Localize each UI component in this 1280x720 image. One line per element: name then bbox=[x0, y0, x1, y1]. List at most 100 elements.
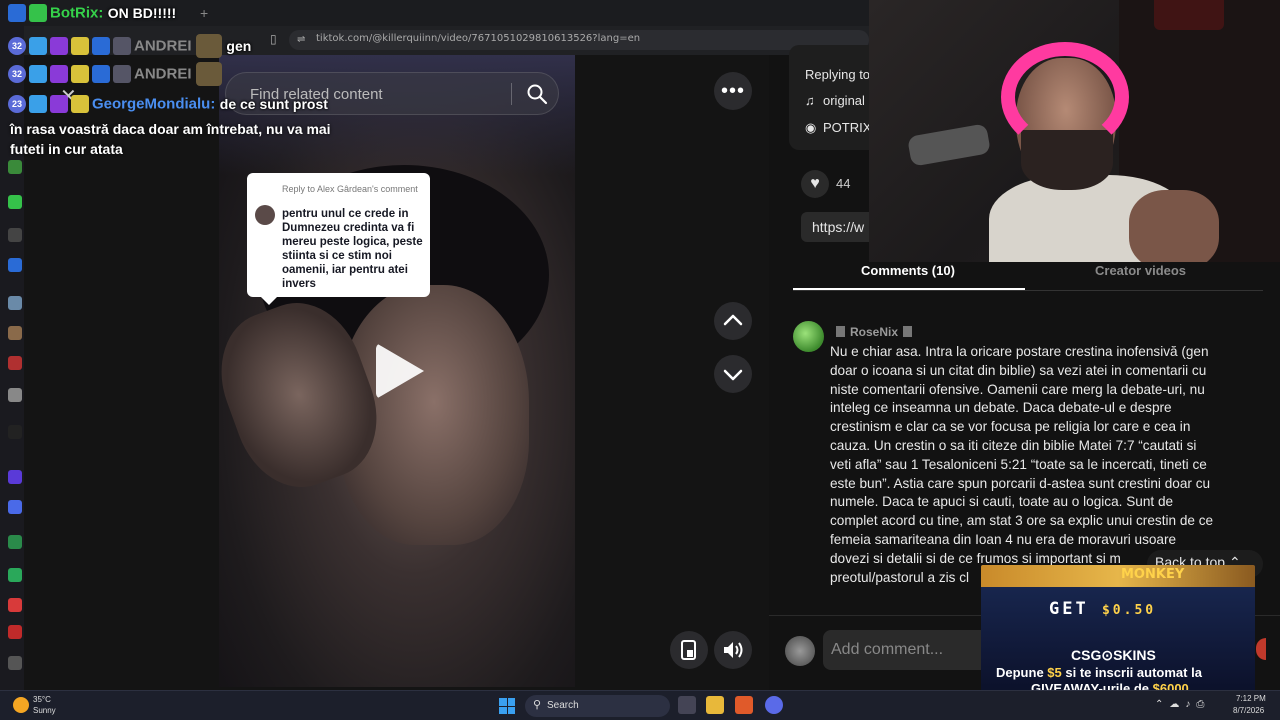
chevron-down-icon bbox=[723, 369, 743, 381]
play-icon[interactable] bbox=[376, 343, 424, 399]
badge-icon bbox=[836, 326, 845, 337]
app-icon[interactable] bbox=[8, 326, 22, 340]
active-tab-indicator bbox=[793, 288, 1025, 290]
crown-badge-icon bbox=[71, 65, 89, 83]
webcam-sign bbox=[1154, 0, 1224, 30]
heart-icon[interactable]: ♥ bbox=[801, 170, 829, 198]
app-icon[interactable] bbox=[8, 535, 22, 549]
system-tray-icons[interactable]: ⌃☁♪⎙ bbox=[1155, 699, 1210, 710]
badge-icon bbox=[29, 65, 47, 83]
moderator-badge-icon bbox=[8, 4, 26, 22]
badge-icon bbox=[903, 326, 913, 337]
app-icon[interactable] bbox=[8, 228, 22, 242]
weather-condition: Sunny bbox=[33, 706, 56, 715]
comment-username[interactable]: RoseNix bbox=[831, 325, 917, 339]
gift-badge-icon bbox=[50, 37, 68, 55]
chat-message: BotRix: ON BD!!!!! bbox=[8, 4, 176, 28]
ad-amount: $0.50 bbox=[1101, 603, 1157, 618]
like-count: 44 bbox=[836, 176, 851, 191]
account-link[interactable]: POTRIX bbox=[823, 120, 871, 135]
clock-date: 8/7/2026 bbox=[1233, 706, 1265, 715]
sun-icon[interactable] bbox=[13, 697, 29, 713]
chat-message: 23 GeorgeMondialu: de ce sunt prost bbox=[8, 95, 328, 119]
webcam-overlay bbox=[869, 0, 1280, 262]
chat-message: 32 ANDREI gen bbox=[8, 34, 251, 58]
account-icon: ◉ bbox=[805, 120, 817, 135]
ad-brand: CSG⊙SKINS bbox=[1071, 647, 1156, 663]
windows-start-icon[interactable] bbox=[499, 698, 515, 714]
app-icon[interactable] bbox=[8, 356, 22, 370]
gift-badge-icon bbox=[50, 95, 68, 113]
sound-link[interactable]: original bbox=[823, 93, 865, 108]
ad-line: Depune $5 si te inscrii automat la bbox=[996, 665, 1202, 680]
headphones bbox=[1001, 42, 1129, 152]
next-video-button[interactable] bbox=[714, 355, 752, 393]
app-icon[interactable] bbox=[8, 598, 22, 612]
tab-comments[interactable]: Comments (10) bbox=[861, 263, 955, 278]
chat-username: ANDREI bbox=[134, 37, 192, 55]
tab-creator-videos[interactable]: Creator videos bbox=[1095, 263, 1186, 278]
moderator-badge-icon bbox=[92, 65, 110, 83]
avatar bbox=[255, 205, 275, 225]
sponsor-ad: MONKEY GET $0.50 CSG⊙SKINS Depune $5 si … bbox=[981, 565, 1255, 698]
chat-text-continued: în rasa voastră daca doar am întrebat, n… bbox=[10, 121, 331, 157]
brave-browser-icon[interactable] bbox=[735, 696, 753, 714]
site-settings-icon[interactable]: ⇌ bbox=[297, 34, 305, 45]
reply-text: pentru unul ce crede in Dumnezeu credint… bbox=[282, 208, 423, 290]
video-link: https://w bbox=[812, 219, 865, 235]
taskbar-search[interactable]: ⚲ Search bbox=[525, 695, 670, 717]
bookmark-icon[interactable]: ▯ bbox=[270, 32, 282, 46]
app-icon[interactable] bbox=[8, 568, 22, 582]
discord-icon[interactable] bbox=[765, 696, 783, 714]
search-icon[interactable] bbox=[526, 83, 548, 105]
chat-text: gen bbox=[226, 38, 252, 54]
chat-username: BotRix: bbox=[50, 4, 104, 22]
file-explorer-icon[interactable] bbox=[706, 696, 724, 714]
new-tab-icon[interactable]: + bbox=[200, 5, 208, 21]
crown-badge-icon bbox=[71, 37, 89, 55]
app-icon[interactable] bbox=[8, 500, 22, 514]
avatar[interactable] bbox=[793, 321, 824, 352]
emote-icon bbox=[195, 62, 222, 86]
reply-header: Reply to Alex Gârdean's comment bbox=[282, 184, 418, 194]
ad-get-label: GET bbox=[1049, 599, 1089, 619]
emote-icon bbox=[195, 34, 222, 58]
app-icon[interactable] bbox=[8, 195, 22, 209]
more-options-button[interactable]: ••• bbox=[714, 72, 752, 110]
app-icon[interactable] bbox=[8, 470, 22, 484]
chat-message: 32 ANDREI bbox=[8, 62, 222, 86]
search-icon: ⚲ bbox=[533, 699, 542, 711]
badge-icon bbox=[113, 37, 131, 55]
badge-icon bbox=[113, 65, 131, 83]
search-divider bbox=[511, 83, 512, 105]
app-icon[interactable] bbox=[8, 425, 22, 439]
desktop-screen: + ▯ ⇌ tiktok.com/@killerquiinn/video/767… bbox=[0, 0, 1280, 720]
ad-offer: GET $0.50 bbox=[1049, 599, 1156, 619]
floating-player-button[interactable] bbox=[670, 631, 708, 669]
badge-icon bbox=[29, 37, 47, 55]
avatar bbox=[785, 636, 815, 666]
ad-highlight: $5 bbox=[1047, 665, 1062, 680]
moderator-badge-icon bbox=[92, 37, 110, 55]
app-icon[interactable] bbox=[8, 388, 22, 402]
app-icon[interactable] bbox=[8, 258, 22, 272]
app-icon[interactable] bbox=[8, 656, 22, 670]
streamer-arm bbox=[1129, 190, 1219, 262]
task-view-icon[interactable] bbox=[678, 696, 696, 714]
windows-taskbar: 35°C Sunny ⚲ Search ⌃☁♪⎙ 7:12 PM 8/7/202… bbox=[0, 690, 1280, 720]
music-note-icon: ♫ bbox=[805, 93, 815, 108]
chat-text: de ce sunt prost bbox=[219, 96, 328, 112]
subscriber-badge-icon: 23 bbox=[8, 95, 26, 113]
add-comment-placeholder: Add comment... bbox=[831, 641, 944, 658]
subscriber-badge-icon: 32 bbox=[8, 37, 26, 55]
ad-text: Depune bbox=[996, 665, 1048, 680]
app-icon[interactable] bbox=[8, 160, 22, 174]
app-icon[interactable] bbox=[8, 625, 22, 639]
previous-video-button[interactable] bbox=[714, 302, 752, 340]
chat-text: ON BD!!!!! bbox=[107, 5, 177, 21]
app-icon[interactable] bbox=[8, 296, 22, 310]
address-bar[interactable]: ⇌ tiktok.com/@killerquiinn/video/7671051… bbox=[289, 30, 869, 50]
replying-to-label: Replying to bbox=[805, 67, 871, 82]
subscriber-badge-icon: 32 bbox=[8, 65, 26, 83]
volume-button[interactable] bbox=[714, 631, 752, 669]
